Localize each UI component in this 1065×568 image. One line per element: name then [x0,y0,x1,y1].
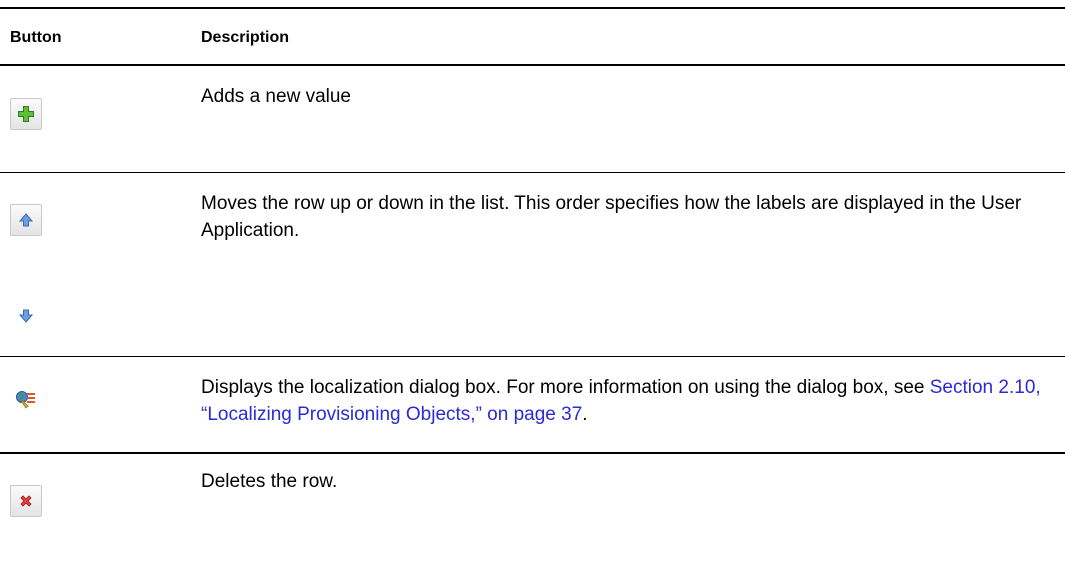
add-icon [18,106,34,122]
row-divider [0,172,1065,173]
move-down-button[interactable] [10,300,42,332]
column-header-description: Description [201,29,290,46]
move-up-icon [18,213,34,227]
localization-description-suffix: . [582,404,588,425]
localization-description-text: Displays the localization dialog box. Fo… [201,377,930,398]
row-move-description: Moves the row up or down in the list. Th… [201,193,1022,241]
move-down-icon [18,309,34,323]
table-top-rule [0,7,1065,9]
localization-button[interactable] [10,384,42,416]
add-button[interactable] [10,98,42,130]
column-header-button: Button [10,29,62,46]
delete-button[interactable] [10,485,42,517]
row-add-description: Adds a new value [201,86,351,107]
delete-icon [20,495,32,507]
localization-icon [16,391,35,409]
row-divider [0,356,1065,357]
row-divider-thick [0,452,1065,454]
header-bottom-rule [0,64,1065,66]
row-delete-description: Deletes the row. [201,471,338,492]
row-localization-description: Displays the localization dialog box. Fo… [201,374,1041,428]
move-up-button[interactable] [10,204,42,236]
